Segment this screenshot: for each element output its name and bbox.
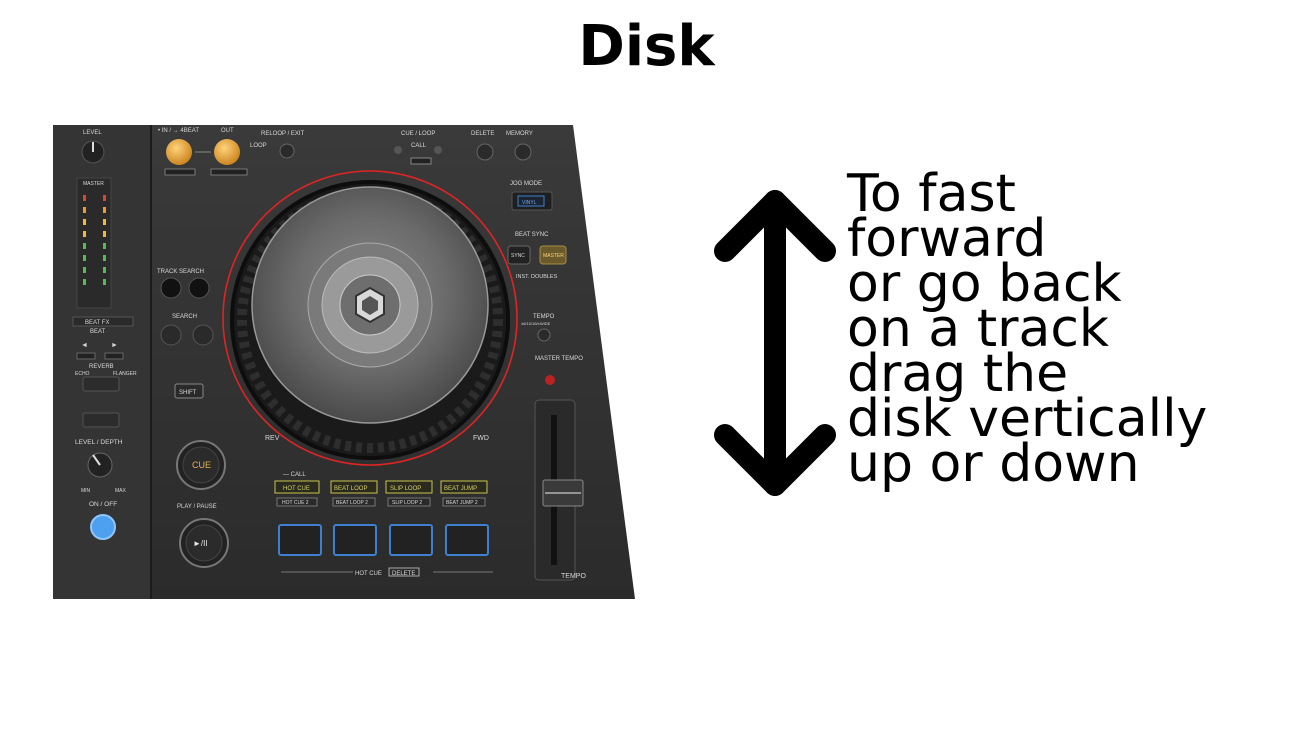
flanger-label: FLANGER [113,371,137,377]
out-label: OUT [221,128,234,134]
performance-pad-2[interactable] [333,524,377,556]
delete-label: DELETE [471,131,494,137]
beat-sync-label: BEAT SYNC [515,232,549,238]
reverb-label: REVERB [89,364,114,370]
search-label: SEARCH [172,314,197,320]
beat-loop-label: BEAT LOOP [334,486,367,492]
play-pause-label: PLAY / PAUSE [177,504,217,510]
hot-cue-label: HOT CUE [283,486,310,492]
instructions-text: To fast forward or go back on a track dr… [847,168,1287,494]
dj-controller-image: LEVEL MASTER BEAT FX BEAT ◄ ► REVERB ECH… [53,125,635,599]
sync-label: SYNC [511,253,525,259]
min-label: MIN [81,488,91,494]
in-4beat-label: • IN / → 4BEAT [158,128,199,134]
level-label: LEVEL [83,130,102,136]
auto-button[interactable] [76,352,96,360]
search-forward-button[interactable] [192,324,214,346]
reloop-exit-button[interactable] [279,143,295,159]
cue-label: CUE [192,460,211,470]
fx-on-off-button[interactable] [90,514,116,540]
slip-loop-label: SLIP LOOP [390,486,421,492]
memory-button[interactable] [514,143,532,161]
call-small-label: — CALL [283,472,306,478]
tempo-section-label: TEMPO [533,314,555,320]
on-off-label: ON / OFF [89,501,117,508]
play-pause-symbol: ►/II [193,539,208,548]
vinyl-label: VINYL [522,200,537,206]
slip-loop-2-label: SLIP LOOP 2 [392,500,422,506]
beat-right-icon[interactable]: ► [111,342,118,349]
loop-in-button[interactable] [166,139,192,165]
performance-pad-4[interactable] [445,524,489,556]
fx-select-button[interactable] [82,376,120,392]
jog-mode-label: JOG MODE [510,181,542,187]
cue-loop-label: CUE / LOOP [401,131,435,137]
tempo-range-button[interactable] [537,328,551,342]
delete-box-label: DELETE [392,571,415,577]
cue-loop-right-button[interactable] [434,146,442,154]
fwd-label: FWD [473,435,489,442]
fx-channel-button[interactable] [82,412,120,428]
master-tempo-label: MASTER TEMPO [535,356,583,362]
shift-label: SHIFT [179,390,197,396]
search-back-button[interactable] [160,324,182,346]
up-down-arrow-icon [714,190,836,496]
level-depth-label: LEVEL / DEPTH [75,439,123,446]
hot-cue-delete-label: HOT CUE [355,571,382,577]
master-meter-label: MASTER [83,181,104,187]
beat-label: BEAT [90,329,106,335]
loop-label: LOOP [250,143,267,149]
max-label: MAX [115,488,127,494]
instruction-line: up or down [847,434,1140,494]
beat-jump-label: BEAT JUMP [444,486,477,492]
echo-label: ECHO [75,371,90,377]
track-search-prev-button[interactable] [160,277,182,299]
rev-label: REV [265,435,280,442]
master-label: MASTER [543,253,564,259]
track-search-next-button[interactable] [188,277,210,299]
tap-button[interactable] [104,352,124,360]
inst-doubles-label: INST. DOUBLES [516,274,558,280]
beat-loop-2-label: BEAT LOOP 2 [336,500,368,506]
delete-button[interactable] [476,143,494,161]
tempo-label: TEMPO [561,573,586,580]
master-tempo-button[interactable] [545,375,555,385]
cue-loop-left-button[interactable] [394,146,402,154]
memory-label: MEMORY [506,131,533,137]
track-search-label: TRACK SEARCH [157,269,204,275]
loop-out-button[interactable] [214,139,240,165]
reloop-exit-label: RELOOP / EXIT [261,131,305,137]
performance-pad-1[interactable] [278,524,322,556]
performance-pad-3[interactable] [389,524,433,556]
beat-left-icon[interactable]: ◄ [81,342,88,349]
hot-cue-2-label: HOT CUE 2 [282,500,309,506]
beat-fx-label: BEAT FX [85,320,109,326]
beat-jump-2-label: BEAT JUMP 2 [446,500,478,506]
page-title: Disk [578,14,715,79]
tempo-range-label: ±6/10/16/±WIDE [521,321,551,326]
call-label: CALL [411,143,427,149]
